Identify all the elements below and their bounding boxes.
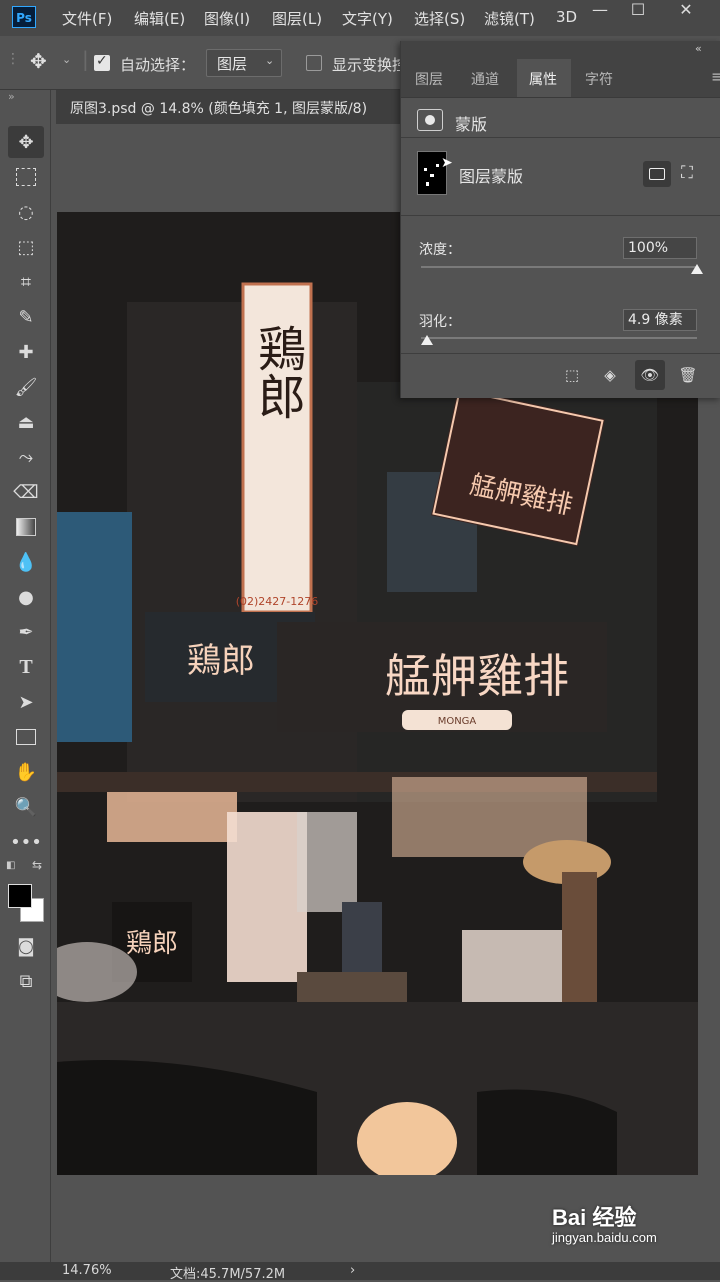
sign-phone: (02)2427-1276 — [236, 595, 319, 608]
visibility-eye-icon[interactable]: 👁 — [635, 360, 665, 390]
auto-select-target-dropdown[interactable]: 图层 ⌄ — [206, 49, 282, 77]
minimize-button[interactable]: — — [582, 0, 618, 24]
pen-tool-icon[interactable]: ✒ — [8, 616, 44, 648]
show-transform-label: 显示变换控 — [332, 56, 400, 74]
sign-text: 鶏郎 — [126, 929, 178, 959]
menu-file[interactable]: 文件(F) — [62, 8, 112, 29]
screen-mode-icon[interactable]: ⧉ — [8, 965, 44, 997]
sign-text: 艋舺雞排 — [385, 649, 569, 703]
maximize-button[interactable]: ☐ — [620, 0, 656, 24]
density-slider[interactable] — [421, 266, 697, 268]
divider — [401, 215, 720, 216]
panel-footer: ⬚ ◈ 👁 🗑 — [401, 353, 720, 398]
marquee-tool-icon[interactable] — [8, 161, 44, 193]
tab-layers[interactable]: 图层 — [415, 69, 443, 89]
grip-icon: ⋮ — [6, 51, 20, 67]
add-vector-mask-icon[interactable]: ⛶ — [681, 163, 693, 183]
auto-select-checkbox[interactable] — [94, 53, 110, 71]
baidu-watermark: Bai 经验 jingyan.baidu.com — [552, 1200, 657, 1245]
feather-slider[interactable] — [421, 337, 697, 339]
type-tool-icon[interactable]: T — [8, 651, 44, 683]
mask-icon — [417, 109, 443, 131]
brush-tool-icon[interactable]: 🖌 — [8, 371, 44, 403]
show-transform-checkbox[interactable] — [306, 55, 322, 71]
menu-filter[interactable]: 滤镜(T) — [484, 8, 535, 29]
cursor-icon: ➤ — [441, 155, 453, 171]
properties-panel: « 图层 通道 属性 字符 ≡ 蒙版 ➤ 图层蒙版 ⛶ 浓度： 100% 羽化：… — [400, 41, 720, 398]
auto-select-label: 自动选择： — [120, 56, 196, 74]
menu-select[interactable]: 选择(S) — [414, 8, 465, 29]
panel-menu-icon[interactable]: ≡ — [711, 67, 720, 86]
tab-channels[interactable]: 通道 — [471, 69, 499, 89]
density-slider-thumb[interactable] — [691, 264, 703, 274]
panel-header: « — [401, 41, 720, 59]
panel-tabs: 图层 通道 属性 字符 ≡ — [401, 59, 720, 98]
menu-edit[interactable]: 编辑(E) — [134, 8, 185, 29]
eraser-tool-icon[interactable]: ⌫ — [8, 476, 44, 508]
status-menu-arrow-icon[interactable]: › — [350, 1263, 355, 1278]
blur-tool-icon[interactable]: 💧 — [8, 546, 44, 578]
crop-tool-icon[interactable]: ⌗ — [8, 266, 44, 298]
dodge-tool-icon[interactable]: ● — [8, 581, 44, 613]
density-label: 浓度： — [419, 242, 461, 258]
collapse-panel-icon[interactable]: « — [695, 42, 702, 55]
swap-colors-icon[interactable]: ⇆ — [32, 858, 42, 872]
lasso-tool-icon[interactable]: ◌ — [8, 196, 44, 228]
gradient-tool-icon[interactable] — [8, 511, 44, 543]
healing-brush-tool-icon[interactable]: ✚ — [8, 336, 44, 368]
chevron-down-icon[interactable]: ⌄ — [62, 53, 71, 66]
document-tab[interactable]: 原图3.psd @ 14.8% (颜色填充 1, 图层蒙版/8) — [70, 98, 367, 118]
menu-layer[interactable]: 图层(L) — [272, 8, 322, 29]
feather-slider-thumb[interactable] — [420, 335, 433, 345]
watermark-url: jingyan.baidu.com — [552, 1230, 657, 1245]
sign-text: 鶏郎 — [187, 641, 255, 681]
watermark-logo: Bai 经验 — [552, 1205, 637, 1230]
sign-text: MONGA — [438, 716, 477, 727]
menu-image[interactable]: 图像(I) — [204, 8, 250, 29]
history-brush-tool-icon[interactable]: ⤳ — [8, 441, 44, 473]
zoom-tool-icon[interactable]: 🔍 — [8, 791, 44, 823]
delete-mask-icon[interactable]: 🗑 — [677, 364, 699, 386]
foreground-color-swatch[interactable] — [8, 884, 32, 908]
status-bar: 14.76% 文档:45.7M/57.2M › — [0, 1262, 720, 1282]
menu-bar: Ps 文件(F) 编辑(E) 图像(I) 图层(L) 文字(Y) 选择(S) 滤… — [0, 0, 720, 36]
tools-panel: » ✥ ◌ ⬚ ⌗ ✎ ✚ 🖌 ⏏ ⤳ ⌫ 💧 ● ✒ T ➤ ✋ 🔍 ••• … — [0, 90, 51, 1262]
feather-label: 羽化： — [419, 314, 461, 330]
quick-select-tool-icon[interactable]: ⬚ — [8, 231, 44, 263]
path-select-tool-icon[interactable]: ➤ — [8, 686, 44, 718]
divider — [401, 137, 720, 138]
auto-select-target-value: 图层 — [217, 55, 248, 73]
sign-text: 鶏郎 — [249, 324, 305, 420]
default-colors-icon[interactable]: ◧ — [6, 860, 15, 871]
eyedropper-tool-icon[interactable]: ✎ — [8, 301, 44, 333]
menu-type[interactable]: 文字(Y) — [342, 8, 393, 29]
close-button[interactable]: ✕ — [668, 0, 704, 24]
document-size: 文档:45.7M/57.2M — [170, 1267, 286, 1282]
feather-field[interactable]: 4.9 像素 — [623, 309, 697, 331]
photoshop-logo: Ps — [12, 6, 36, 28]
tab-properties[interactable]: 属性 — [529, 69, 557, 89]
mask-section-title: 蒙版 — [455, 115, 488, 134]
more-tools-icon[interactable]: ••• — [8, 826, 44, 858]
move-tool-icon[interactable]: ✥ — [8, 126, 44, 158]
density-field[interactable]: 100% — [623, 237, 697, 259]
move-tool-icon[interactable]: ✥ — [30, 49, 47, 73]
divider: | — [82, 47, 89, 71]
clone-stamp-tool-icon[interactable]: ⏏ — [8, 406, 44, 438]
load-selection-icon[interactable]: ⬚ — [561, 364, 583, 386]
hand-tool-icon[interactable]: ✋ — [8, 756, 44, 788]
document-tab-bar: 原图3.psd @ 14.8% (颜色填充 1, 图层蒙版/8) — [56, 90, 400, 124]
tab-character[interactable]: 字符 — [585, 69, 613, 89]
apply-mask-icon[interactable]: ◈ — [599, 364, 621, 386]
chevron-down-icon: ⌄ — [265, 54, 275, 67]
layer-mask-label: 图层蒙版 — [459, 167, 524, 186]
quick-mask-icon[interactable]: ◙ — [8, 930, 44, 962]
menu-3d[interactable]: 3D — [556, 8, 577, 26]
zoom-level[interactable]: 14.76% — [62, 1263, 112, 1278]
select-pixel-mask-button[interactable] — [643, 161, 671, 187]
rectangle-tool-icon[interactable] — [8, 721, 44, 753]
collapse-icon[interactable]: » — [8, 90, 15, 103]
